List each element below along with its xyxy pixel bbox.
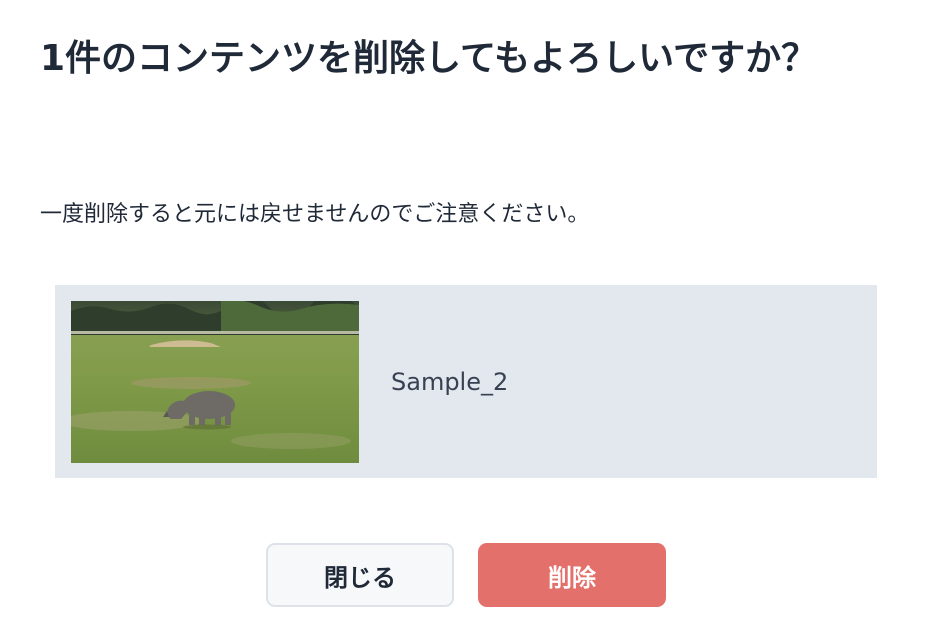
delete-confirm-dialog: 1件のコンテンツを削除してもよろしいですか？ 一度削除すると元には戻せませんので…: [0, 0, 934, 632]
rhino-photo-thumbnail-icon: [71, 301, 359, 463]
dialog-title: 1件のコンテンツを削除してもよろしいですか？: [40, 38, 818, 79]
content-item-card: Sample_2: [55, 285, 877, 478]
dialog-description: 一度削除すると元には戻せませんのでご注意ください。: [40, 202, 590, 227]
close-button[interactable]: 閉じる: [266, 543, 454, 607]
content-name: Sample_2: [391, 368, 509, 396]
delete-button[interactable]: 削除: [478, 543, 666, 607]
content-thumbnail: [71, 301, 359, 463]
